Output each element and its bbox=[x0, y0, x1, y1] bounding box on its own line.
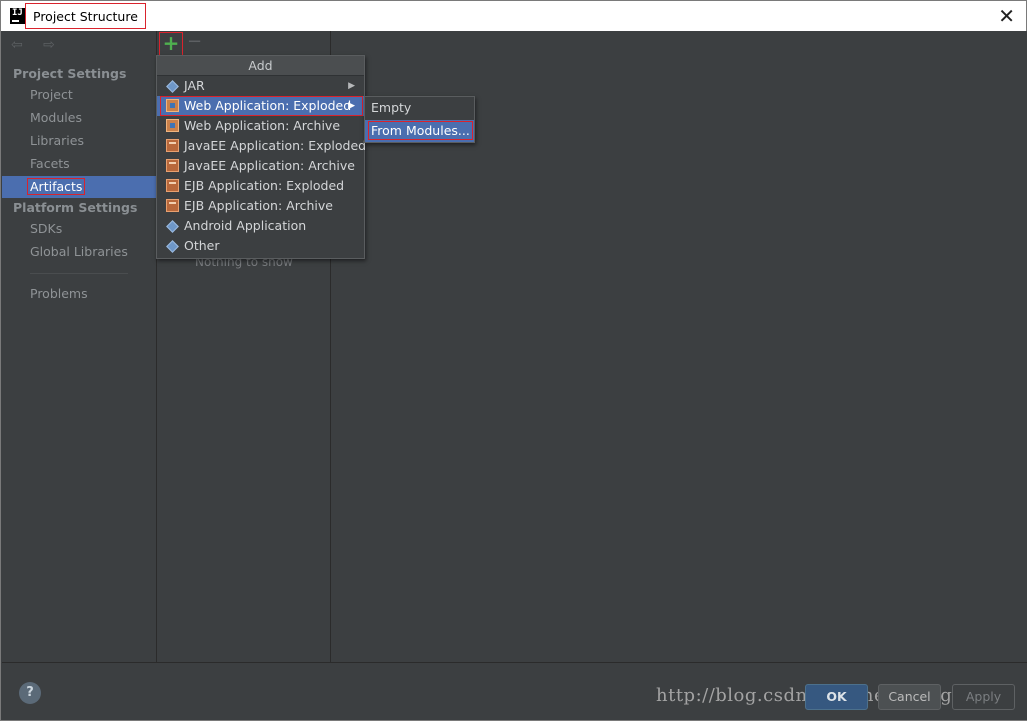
menu-item-label: EJB Application: Exploded bbox=[184, 178, 345, 193]
add-artifact-button[interactable]: + bbox=[159, 32, 183, 56]
apply-button[interactable]: Apply bbox=[952, 684, 1015, 710]
project-settings-heading: Project Settings bbox=[13, 66, 127, 81]
menu-item-ejb-application-exploded[interactable]: EJB Application: Exploded bbox=[157, 176, 364, 196]
dialog-footer: ? http://blog.csdn.net/chengtengfei352 O… bbox=[2, 662, 1027, 720]
sidebar-divider bbox=[30, 273, 128, 274]
settings-sidebar: ⇦ ⇨ Project Settings Project Modules Lib… bbox=[2, 31, 156, 662]
sidebar-item-label: Project bbox=[30, 87, 73, 102]
sidebar-item-artifacts[interactable]: Artifacts bbox=[2, 176, 156, 198]
android-diamond-icon bbox=[166, 220, 179, 233]
submenu-arrow-icon: ▶ bbox=[348, 81, 355, 91]
sidebar-item-facets[interactable]: Facets bbox=[2, 153, 156, 175]
submenu-item-from-modules[interactable]: From Modules... bbox=[365, 120, 474, 142]
submenu-item-label: Empty bbox=[371, 100, 412, 115]
menu-item-label: JAR bbox=[184, 78, 205, 93]
menu-item-javaee-application-exploded[interactable]: JavaEE Application: Exploded bbox=[157, 136, 367, 156]
menu-item-label: EJB Application: Archive bbox=[184, 198, 333, 213]
sidebar-item-sdks[interactable]: SDKs bbox=[2, 218, 156, 240]
menu-item-label: Android Application bbox=[184, 218, 307, 233]
submenu-arrow-icon: ▶ bbox=[348, 101, 355, 111]
menu-item-ejb-application-archive[interactable]: EJB Application: Archive bbox=[157, 196, 364, 216]
jar-diamond-icon bbox=[166, 80, 179, 93]
menu-item-label: Other bbox=[184, 238, 220, 253]
menu-item-other[interactable]: Other bbox=[157, 236, 364, 256]
ejb-app-icon bbox=[166, 199, 179, 212]
back-forward-arrows-icon[interactable]: ⇦ ⇨ bbox=[11, 37, 63, 53]
window-title: Project Structure bbox=[25, 3, 146, 29]
close-icon[interactable]: ✕ bbox=[998, 4, 1015, 28]
help-icon[interactable]: ? bbox=[19, 682, 41, 704]
intellij-app-icon: IJ bbox=[10, 8, 26, 24]
javaee-app-icon bbox=[166, 159, 179, 172]
sidebar-item-label: Problems bbox=[30, 286, 88, 301]
menu-item-label: JavaEE Application: Exploded bbox=[184, 138, 367, 153]
sidebar-item-global-libraries[interactable]: Global Libraries bbox=[2, 241, 156, 263]
menu-item-label: Web Application: Archive bbox=[184, 118, 341, 133]
javaee-app-icon bbox=[166, 139, 179, 152]
sidebar-item-label: Global Libraries bbox=[30, 244, 128, 259]
sidebar-item-label: Artifacts bbox=[27, 178, 86, 195]
menu-header: Add bbox=[157, 56, 364, 76]
submenu-item-label: From Modules... bbox=[368, 121, 473, 140]
menu-item-web-application-exploded[interactable]: Web Application: Exploded ▶ bbox=[157, 96, 364, 116]
remove-artifact-button[interactable]: − bbox=[187, 33, 203, 53]
ok-button[interactable]: OK bbox=[805, 684, 868, 710]
project-structure-dialog: ⇦ ⇨ Project Settings Project Modules Lib… bbox=[0, 31, 1027, 721]
window-titlebar: IJ Project Structure ✕ bbox=[0, 0, 1027, 31]
app-icon-text: IJ bbox=[12, 8, 23, 18]
sidebar-item-label: SDKs bbox=[30, 221, 63, 236]
sidebar-item-problems[interactable]: Problems bbox=[2, 283, 156, 305]
submenu-item-empty[interactable]: Empty bbox=[365, 97, 474, 119]
menu-item-jar[interactable]: JAR ▶ bbox=[157, 76, 364, 96]
sidebar-item-modules[interactable]: Modules bbox=[2, 107, 156, 129]
sidebar-item-label: Modules bbox=[30, 110, 82, 125]
menu-item-android-application[interactable]: Android Application bbox=[157, 216, 364, 236]
web-app-icon bbox=[166, 99, 179, 112]
menu-item-label: JavaEE Application: Archive bbox=[184, 158, 355, 173]
web-exploded-submenu: Empty From Modules... bbox=[364, 96, 475, 143]
ejb-app-icon bbox=[166, 179, 179, 192]
menu-item-javaee-application-archive[interactable]: JavaEE Application: Archive bbox=[157, 156, 364, 176]
web-app-icon bbox=[166, 119, 179, 132]
other-diamond-icon bbox=[166, 240, 179, 253]
platform-settings-heading: Platform Settings bbox=[13, 200, 138, 215]
sidebar-item-project[interactable]: Project bbox=[2, 84, 156, 106]
cancel-button[interactable]: Cancel bbox=[878, 684, 941, 710]
add-artifact-menu: Add JAR ▶ Web Application: Exploded ▶ We… bbox=[156, 55, 367, 259]
sidebar-item-libraries[interactable]: Libraries bbox=[2, 130, 156, 152]
menu-item-web-application-archive[interactable]: Web Application: Archive bbox=[157, 116, 364, 136]
sidebar-item-label: Facets bbox=[30, 156, 70, 171]
sidebar-item-label: Libraries bbox=[30, 133, 84, 148]
